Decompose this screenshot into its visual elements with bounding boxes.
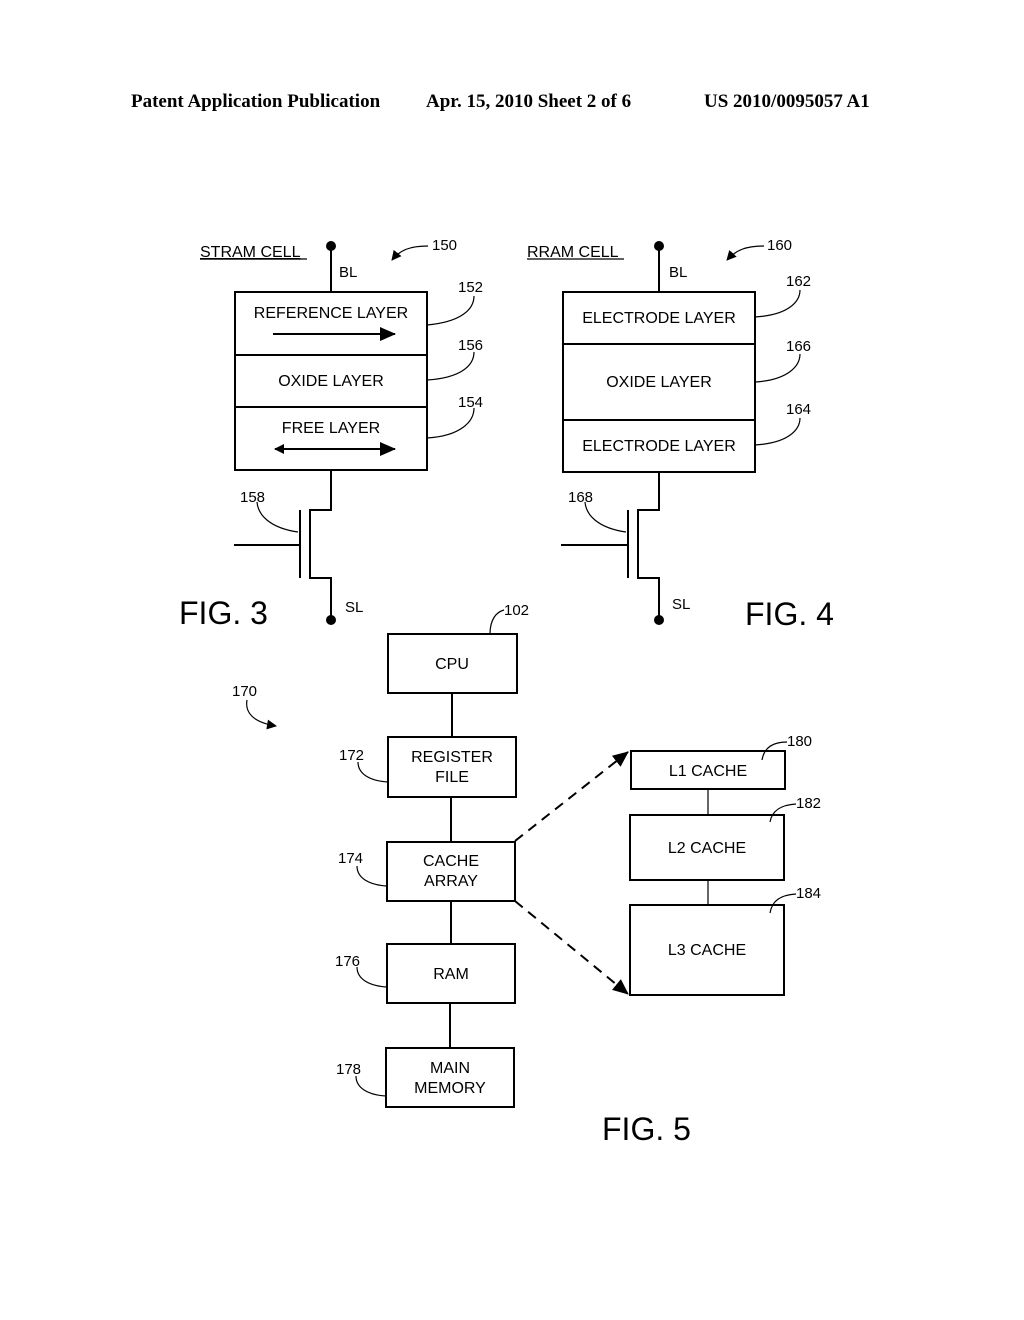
page-header: Patent Application Publication Apr. 15, … — [131, 91, 870, 112]
main-memory-ref: 178 — [336, 1061, 361, 1078]
ram-label: RAM — [433, 966, 469, 983]
fig4-top-electrode: ELECTRODE LAYER — [582, 310, 736, 327]
fig3-reference-layer: REFERENCE LAYER — [254, 305, 408, 322]
fig5-ref: 170 — [232, 683, 257, 700]
fig4-bottom-electrode: ELECTRODE LAYER — [582, 438, 736, 455]
fig4-leader-168 — [584, 501, 627, 533]
fig4-sl-label: SL — [672, 596, 690, 613]
fig3-ref-154: 154 — [458, 394, 483, 411]
fig3-transistor-ref: 158 — [240, 489, 265, 506]
cpu-ref: 102 — [504, 602, 529, 619]
fig5-memory-hierarchy: 170 CPU 102 REGISTER FILE 172 CACHE ARRA… — [232, 602, 821, 1147]
expand-arrow-bottom — [514, 900, 629, 995]
register-file-leader — [357, 761, 389, 783]
ram-ref: 176 — [335, 953, 360, 970]
main-memory-line2: MEMORY — [414, 1080, 486, 1097]
register-file-line2: FILE — [435, 769, 469, 786]
fig4-sl-terminal — [654, 615, 664, 625]
cpu-leader — [489, 609, 505, 635]
register-file-block — [387, 736, 517, 798]
patent-number: US 2010/0095057 A1 — [704, 91, 870, 112]
fig3-ref-152: 152 — [458, 279, 483, 296]
cache-array-line1: CACHE — [423, 853, 479, 870]
l1-cache-label: L1 CACHE — [669, 763, 747, 780]
fig4-caption: FIG. 4 — [745, 596, 834, 632]
fig4-bl-label: BL — [669, 264, 687, 281]
fig4-rram-cell: RRAM CELL BL 160 ELECTRODE LAYER OXIDE L… — [527, 237, 834, 632]
fig4-ref-162: 162 — [786, 273, 811, 290]
fig4-ref: 160 — [767, 237, 792, 254]
fig5-ref-arrow — [246, 699, 277, 730]
l2-ref: 182 — [796, 795, 821, 812]
fig4-ref-164: 164 — [786, 401, 811, 418]
fig3-leader-158 — [256, 501, 299, 533]
cache-array-block — [386, 841, 516, 902]
fig4-transistor-ref: 168 — [568, 489, 593, 506]
fig3-leader-152 — [426, 295, 475, 326]
patent-sheet: Patent Application Publication Apr. 15, … — [131, 91, 870, 1147]
l2-cache-label: L2 CACHE — [668, 840, 746, 857]
ram-leader — [356, 966, 388, 988]
fig3-sl-label: SL — [345, 599, 363, 616]
fig3-ref-arrow — [391, 245, 429, 261]
cache-array-ref: 174 — [338, 850, 363, 867]
expand-arrow-top — [514, 751, 629, 842]
fig4-oxide-layer: OXIDE LAYER — [606, 374, 712, 391]
fig3-stram-cell: STRAM CELL BL 150 REFERENCE LAYER OXIDE … — [179, 237, 483, 631]
fig4-leader-166 — [754, 353, 801, 383]
register-file-ref: 172 — [339, 747, 364, 764]
fig3-bl-label: BL — [339, 264, 357, 281]
cache-array-line2: ARRAY — [424, 873, 478, 890]
cache-array-leader — [356, 865, 388, 887]
fig4-leader-164 — [754, 417, 801, 446]
date-sheet: Apr. 15, 2010 Sheet 2 of 6 — [426, 91, 631, 112]
l1-ref: 180 — [787, 733, 812, 750]
fig3-leader-154 — [426, 407, 475, 439]
fig4-ref-166: 166 — [786, 338, 811, 355]
fig4-ref-arrow — [726, 245, 765, 261]
fig3-leader-156 — [426, 351, 475, 381]
fig3-free-layer: FREE LAYER — [282, 420, 380, 437]
fig3-sl-terminal — [326, 615, 336, 625]
main-memory-leader — [355, 1075, 387, 1097]
l3-ref: 184 — [796, 885, 821, 902]
fig4-leader-162 — [754, 289, 801, 318]
main-memory-block — [385, 1047, 515, 1108]
cpu-label: CPU — [435, 656, 469, 673]
fig3-oxide-layer: OXIDE LAYER — [278, 373, 384, 390]
register-file-line1: REGISTER — [411, 749, 493, 766]
main-memory-line1: MAIN — [430, 1060, 470, 1077]
fig3-ref-156: 156 — [458, 337, 483, 354]
fig5-caption: FIG. 5 — [602, 1111, 691, 1147]
l3-cache-label: L3 CACHE — [668, 942, 746, 959]
publication-title: Patent Application Publication — [131, 91, 381, 112]
fig3-caption: FIG. 3 — [179, 595, 268, 631]
fig3-ref: 150 — [432, 237, 457, 254]
